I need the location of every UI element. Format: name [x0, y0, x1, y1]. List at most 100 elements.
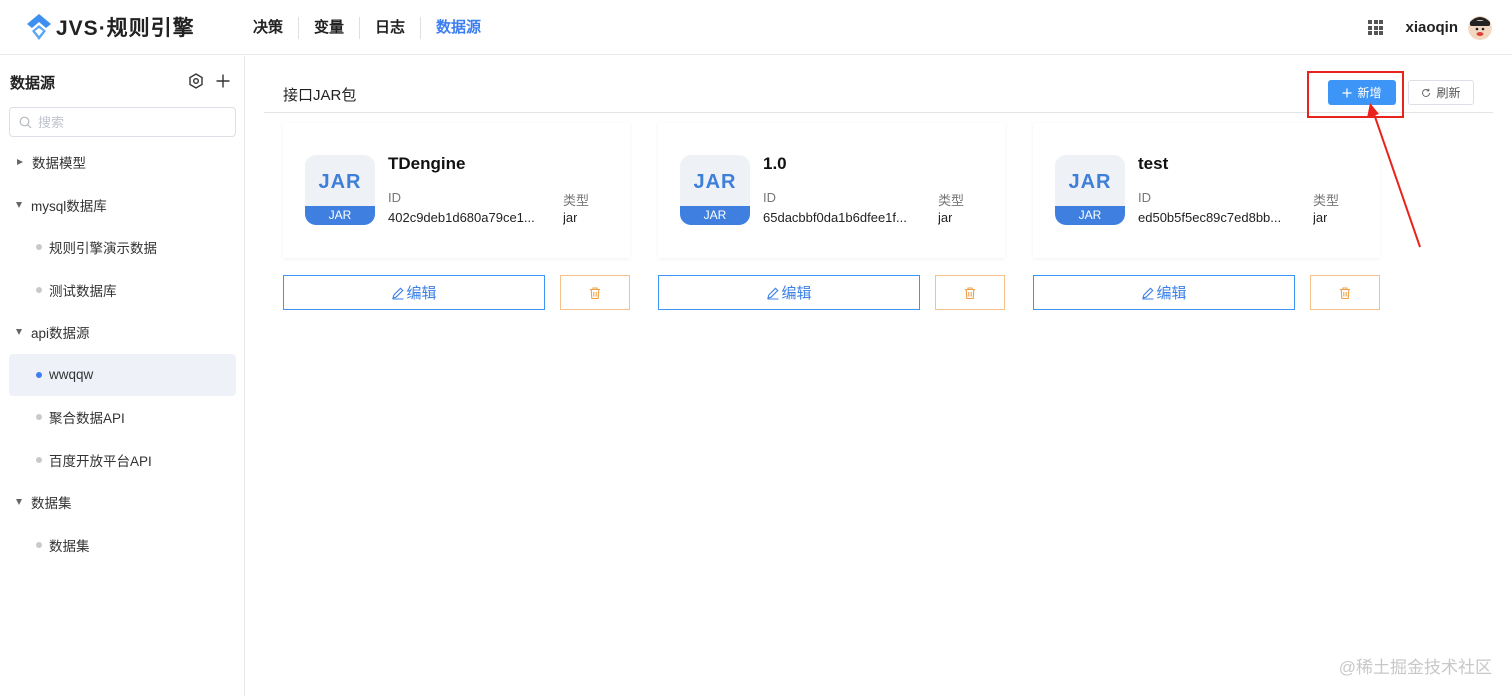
- delete-button[interactable]: [935, 275, 1005, 310]
- username[interactable]: xiaoqin: [1405, 19, 1458, 36]
- sidebar-header: 数据源: [10, 72, 236, 94]
- page-title: 接口JAR包: [283, 87, 357, 104]
- tree-label: 数据集: [31, 496, 72, 512]
- logo-icon: [27, 14, 51, 40]
- main-nav: 决策 变量 日志 数据源: [238, 0, 496, 55]
- card-title: 1.0: [763, 154, 787, 173]
- refresh-button-label: 刷新: [1436, 86, 1461, 100]
- annotation-highlight-box: [1307, 71, 1404, 118]
- type-value: jar: [1313, 210, 1328, 225]
- edit-pencil-icon: [767, 287, 779, 300]
- type-label: 类型: [938, 193, 965, 208]
- tree-group-api[interactable]: api数据源: [0, 311, 245, 354]
- trash-icon: [590, 286, 600, 299]
- tree-group-mysql[interactable]: mysql数据库: [0, 184, 245, 227]
- tree-item-dataset[interactable]: 数据集: [0, 524, 245, 567]
- sidebar: 数据源 数据模型 mysql数据库 规则引擎演示数据 测试数据库 api数据源 …: [0, 56, 245, 696]
- tree-item-baidu-api[interactable]: 百度开放平台API: [0, 439, 245, 482]
- tree-label: wwqqw: [49, 367, 94, 383]
- edit-button[interactable]: 编辑: [1033, 275, 1295, 310]
- trash-icon: [1340, 286, 1350, 299]
- bullet-icon: [36, 286, 42, 293]
- add-plus-icon[interactable]: [214, 72, 232, 90]
- edit-button-label: 编辑: [1156, 285, 1187, 302]
- jar-icon-band: JAR: [305, 206, 375, 225]
- id-label: ID: [763, 190, 776, 205]
- type-label: 类型: [1313, 193, 1340, 208]
- caret-right-icon: [17, 159, 23, 166]
- edit-button[interactable]: 编辑: [283, 275, 545, 310]
- tree-label: mysql数据库: [31, 198, 107, 214]
- nav-item-decision[interactable]: 决策: [238, 16, 300, 39]
- trash-icon: [965, 286, 975, 299]
- tree-item-juhe-api[interactable]: 聚合数据API: [0, 396, 245, 439]
- search-input[interactable]: [38, 114, 218, 130]
- nav-item-datasource[interactable]: 数据源: [421, 17, 496, 39]
- tree-label: 数据模型: [32, 156, 86, 172]
- jar-card: JAR JAR test ID ed50b5f5ec89c7ed8bb... 类…: [1033, 123, 1380, 258]
- jar-file-icon: JAR JAR: [1055, 155, 1125, 225]
- edit-pencil-icon: [1142, 287, 1154, 300]
- nav-item-variable[interactable]: 变量: [299, 16, 361, 39]
- tree-label: 数据集: [49, 538, 90, 554]
- card-title: TDengine: [388, 154, 466, 173]
- apps-grid-icon[interactable]: [1368, 20, 1384, 35]
- id-value: ed50b5f5ec89c7ed8bb...: [1138, 210, 1282, 225]
- jar-icon-band: JAR: [1055, 206, 1125, 225]
- nav-item-log[interactable]: 日志: [360, 16, 422, 39]
- tree-label: 规则引擎演示数据: [49, 241, 157, 257]
- jar-file-icon: JAR JAR: [680, 155, 750, 225]
- tree-label: api数据源: [31, 326, 90, 342]
- watermark: @稀土掘金技术社区: [1338, 658, 1492, 677]
- id-label: ID: [1138, 190, 1151, 205]
- type-value: jar: [938, 210, 953, 225]
- type-label: 类型: [563, 193, 590, 208]
- bullet-icon: [36, 456, 42, 463]
- id-value: 402c9deb1d680a79ce1...: [388, 210, 535, 225]
- caret-down-icon: [16, 201, 22, 208]
- avatar[interactable]: [1468, 15, 1492, 40]
- jar-card: JAR JAR 1.0 ID 65dacbbf0da1b6dfee1f... 类…: [658, 123, 1005, 258]
- search-icon: [19, 116, 32, 128]
- jar-icon-text: JAR: [1068, 171, 1112, 193]
- jar-icon-text: JAR: [693, 171, 737, 193]
- bullet-icon: [36, 541, 42, 548]
- edit-button-label: 编辑: [406, 285, 437, 302]
- tree-group-dataset[interactable]: 数据集: [0, 481, 245, 524]
- sidebar-search[interactable]: [9, 107, 236, 137]
- edit-button-label: 编辑: [781, 285, 812, 302]
- user-area: xiaoqin: [1368, 0, 1492, 55]
- jar-icon-text: JAR: [318, 171, 362, 193]
- caret-down-icon: [16, 329, 22, 336]
- caret-down-icon: [16, 499, 22, 506]
- tree-item-wwqqw[interactable]: wwqqw: [9, 353, 236, 396]
- edit-button[interactable]: 编辑: [658, 275, 920, 310]
- tree-label: 聚合数据API: [49, 411, 125, 427]
- type-value: jar: [563, 210, 578, 225]
- tree-item-test-db[interactable]: 测试数据库: [0, 269, 245, 312]
- tree-label: 测试数据库: [49, 283, 117, 299]
- logo-text: JVS·规则引擎: [56, 17, 195, 40]
- id-label: ID: [388, 190, 401, 205]
- tree-item-rule-demo-data[interactable]: 规则引擎演示数据: [0, 226, 245, 269]
- card-title: test: [1138, 154, 1169, 173]
- top-bar: JVS·规则引擎 决策 变量 日志 数据源 xiaoqin: [0, 0, 1512, 55]
- tree-label: 百度开放平台API: [49, 453, 152, 469]
- settings-gear-icon[interactable]: [187, 72, 205, 90]
- bullet-icon: [36, 414, 42, 421]
- bullet-icon: [36, 244, 42, 251]
- edit-pencil-icon: [392, 287, 404, 300]
- main-panel: 接口JAR包 新增 刷新 JAR JAR TDengine ID 402c9de…: [246, 56, 1512, 696]
- refresh-button[interactable]: 刷新: [1408, 80, 1474, 105]
- datasource-tree: 数据模型 mysql数据库 规则引擎演示数据 测试数据库 api数据源 wwqq…: [0, 141, 245, 566]
- sidebar-tools: [178, 72, 232, 90]
- delete-button[interactable]: [1310, 275, 1380, 310]
- jar-file-icon: JAR JAR: [305, 155, 375, 225]
- jar-icon-band: JAR: [680, 206, 750, 225]
- tree-group-data-model[interactable]: 数据模型: [0, 141, 245, 184]
- jar-card: JAR JAR TDengine ID 402c9deb1d680a79ce1.…: [283, 123, 630, 258]
- app-logo[interactable]: JVS·规则引擎: [26, 12, 195, 42]
- id-value: 65dacbbf0da1b6dfee1f...: [763, 210, 907, 225]
- delete-button[interactable]: [560, 275, 630, 310]
- bullet-icon: [36, 371, 42, 378]
